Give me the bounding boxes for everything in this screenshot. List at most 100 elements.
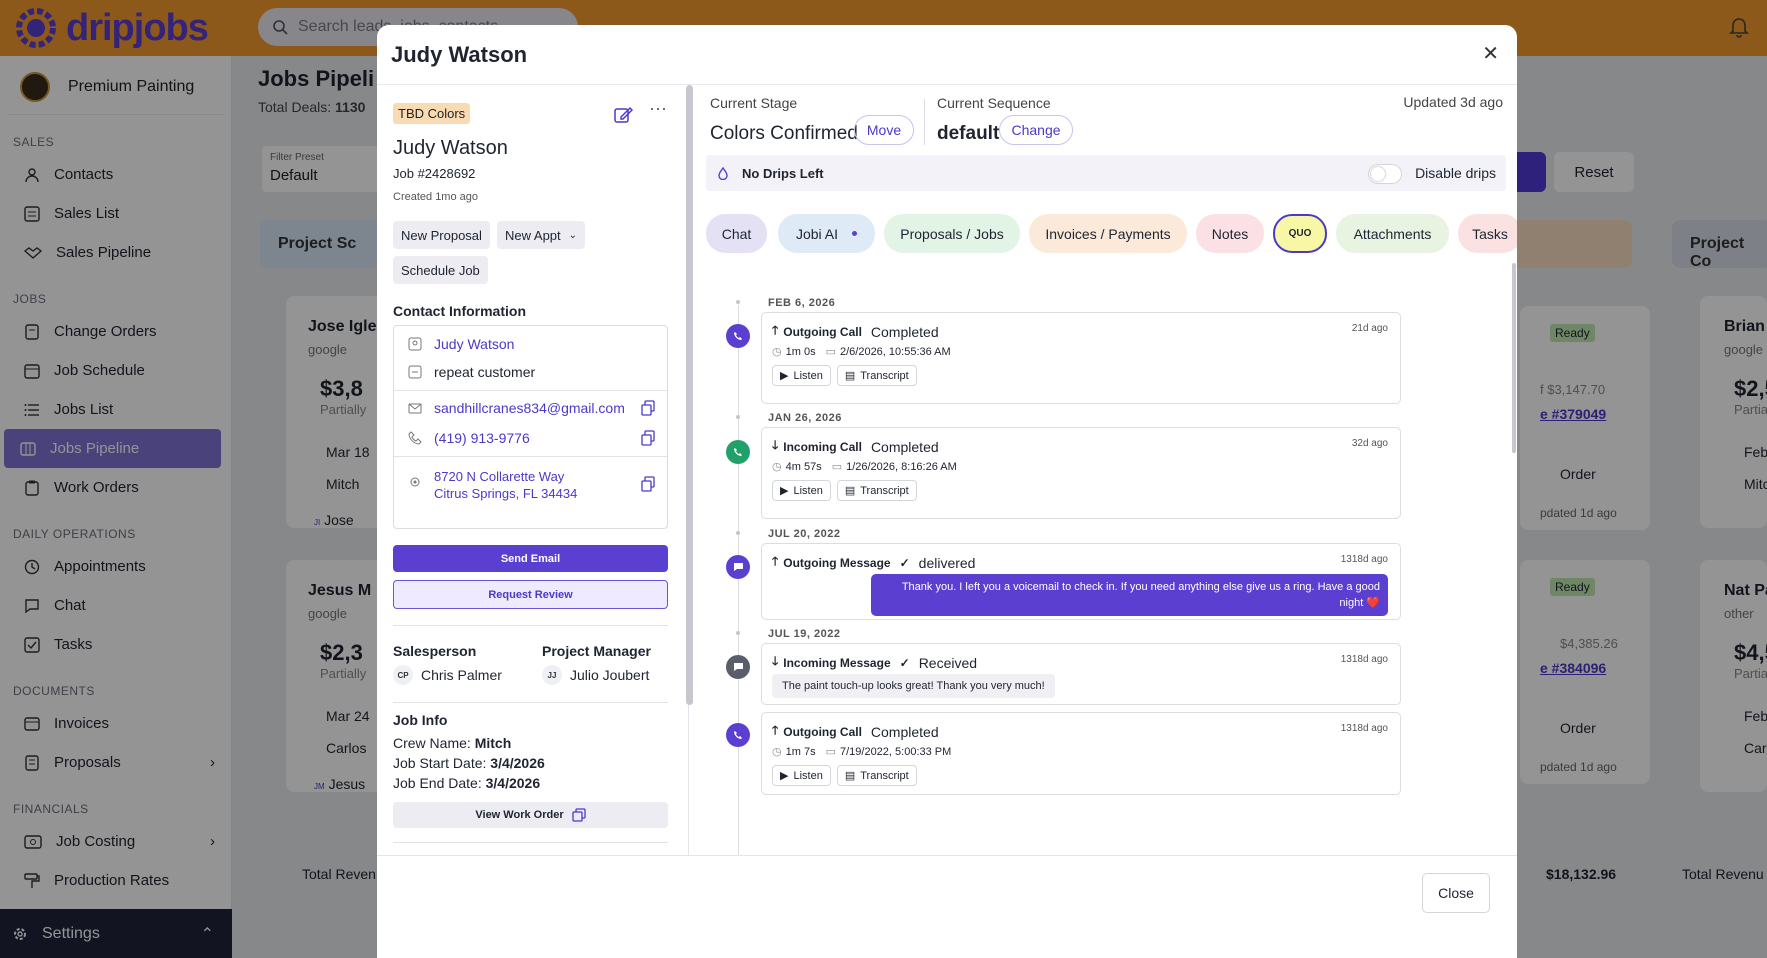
timeline-entry-incoming-message: 🡓 Incoming Message ✓ Received 1318d ago The…	[761, 643, 1401, 705]
phone-icon	[726, 324, 750, 348]
address-line-1[interactable]: 8720 N Collarette Way	[434, 468, 577, 485]
divider	[394, 390, 667, 391]
divider	[924, 99, 925, 145]
location-pin-icon	[410, 477, 420, 487]
timeline-scrollbar[interactable]	[1512, 263, 1516, 453]
arrow-up-icon: 🡑	[772, 323, 779, 337]
play-icon: ▶	[780, 770, 789, 782]
copy-phone-icon[interactable]	[641, 430, 655, 446]
call-datetime: 7/19/2022, 5:00:33 PM	[839, 745, 952, 758]
entry-type: Incoming Call	[783, 439, 862, 454]
message-icon	[726, 655, 750, 679]
timeline-line	[738, 305, 739, 865]
transcript-button[interactable]: ▤ Transcript	[836, 765, 917, 786]
job-end-date: Job End Date: 3/4/2026	[393, 775, 540, 791]
timeline-entry-incoming-call: 🡓 Incoming Call Completed 32d ago ◷ 4m 57s ▭…	[761, 427, 1401, 519]
request-review-button[interactable]: Request Review	[393, 580, 668, 609]
contact-address-row[interactable]: 8720 N Collarette Way Citrus Springs, FL …	[408, 468, 577, 502]
contact-phone-row[interactable]: (419) 913-9776	[408, 430, 530, 446]
salesperson-name: Chris Palmer	[421, 667, 502, 683]
clock-icon: ◷	[772, 746, 782, 758]
tab-attachments[interactable]: Attachments	[1336, 214, 1449, 253]
drips-status: No Drips Left	[742, 165, 824, 181]
more-options-icon[interactable]: ⋯	[649, 99, 667, 120]
new-proposal-button[interactable]: New Proposal	[393, 221, 490, 249]
copy-address-icon[interactable]	[641, 476, 655, 492]
call-duration: 4m 57s	[785, 460, 822, 473]
tab-invoices-payments[interactable]: Invoices / Payments	[1029, 214, 1187, 253]
entry-type: Incoming Message	[783, 655, 891, 670]
contact-email[interactable]: sandhillcranes834@gmail.com	[434, 400, 625, 416]
left-panel-scrollbar[interactable]	[686, 85, 693, 705]
arrow-down-icon: 🡓	[772, 654, 779, 668]
entry-ago: 1318d ago	[1340, 554, 1388, 565]
start-label: Job Start Date:	[393, 755, 487, 771]
tab-notes[interactable]: Notes	[1196, 214, 1264, 253]
contact-type-row: repeat customer	[408, 364, 535, 380]
contact-phone[interactable]: (419) 913-9776	[434, 430, 530, 446]
mail-icon	[408, 403, 422, 414]
transcript-button[interactable]: ▤ Transcript	[836, 480, 917, 501]
call-duration: 1m 7s	[785, 745, 816, 758]
message-bubble: The paint touch-up looks great! Thank yo…	[772, 674, 1055, 698]
new-appt-label: New Appt	[505, 227, 561, 243]
project-manager: JJ Julio Joubert	[542, 665, 649, 685]
tab-jobi-ai[interactable]: Jobi AI	[778, 214, 875, 253]
edit-icon[interactable]	[613, 105, 633, 125]
entry-ago: 21d ago	[1351, 323, 1388, 334]
contact-name-row[interactable]: Judy Watson	[408, 336, 514, 352]
address-line-2[interactable]: Citrus Springs, FL 34434	[434, 485, 577, 502]
crew-label: Crew Name:	[393, 735, 471, 751]
tab-quo[interactable]: QUO	[1273, 214, 1327, 253]
listen-button[interactable]: ▶ Listen	[772, 365, 831, 386]
disable-drips-toggle[interactable]	[1368, 164, 1402, 184]
contact-email-row[interactable]: sandhillcranes834@gmail.com	[408, 400, 625, 416]
message-bubble: Thank you. I left you a voicemail to che…	[871, 574, 1388, 616]
listen-button[interactable]: ▶ Listen	[772, 765, 831, 786]
new-appt-button[interactable]: New Appt ⌄	[497, 221, 586, 249]
tab-chat[interactable]: Chat	[706, 214, 767, 253]
listen-button[interactable]: ▶ Listen	[772, 480, 831, 501]
move-stage-button[interactable]: Move	[854, 115, 914, 145]
updated-time: Updated 3d ago	[1403, 94, 1503, 110]
entry-ago: 1318d ago	[1340, 654, 1388, 665]
entry-type: Outgoing Call	[783, 724, 862, 739]
contact-type: repeat customer	[434, 364, 536, 380]
tab-proposals-jobs[interactable]: Proposals / Jobs	[884, 214, 1020, 253]
call-duration: 1m 0s	[785, 345, 816, 358]
copy-email-icon[interactable]	[641, 400, 655, 416]
tab-tasks[interactable]: Tasks	[1458, 214, 1517, 253]
project-manager-label: Project Manager	[542, 643, 651, 659]
created-time: Created 1mo ago	[393, 191, 478, 203]
call-datetime: 2/6/2026, 10:55:36 AM	[839, 345, 951, 358]
entry-title: 🡓 Incoming Message ✓ Received	[772, 652, 977, 673]
contact-name[interactable]: Judy Watson	[434, 336, 514, 352]
change-sequence-button[interactable]: Change	[999, 115, 1073, 145]
timeline-entry-outgoing-call: 🡑 Outgoing Call Completed 1318d ago ◷ 1m 7s…	[761, 712, 1401, 795]
transcript-button[interactable]: ▤ Transcript	[836, 365, 917, 386]
document-icon: ▤	[844, 485, 856, 497]
schedule-job-button[interactable]: Schedule Job	[393, 256, 488, 284]
view-work-order-button[interactable]: View Work Order	[393, 802, 668, 828]
activity-panel: Current Stage Colors Confirmed Move Curr…	[696, 85, 1517, 865]
close-icon[interactable]: ✕	[1482, 41, 1499, 66]
timeline-dot	[736, 631, 740, 635]
divider	[394, 456, 667, 457]
current-stage-label: Current Stage	[710, 95, 798, 111]
timeline-dot	[736, 300, 740, 304]
modal-title: Judy Watson	[377, 25, 1517, 85]
crew-name: Crew Name: Mitch	[393, 735, 511, 751]
message-icon	[726, 555, 750, 579]
avatar: JJ	[542, 665, 562, 685]
disable-drips-label: Disable drips	[1415, 165, 1496, 181]
send-email-button[interactable]: Send Email	[393, 545, 668, 572]
job-number: Job #2428692	[393, 166, 476, 181]
entry-actions: ▶ Listen ▤ Transcript	[772, 365, 917, 386]
modal-footer: Close	[377, 855, 1517, 958]
timeline-dot	[736, 415, 740, 419]
contact-info-title: Contact Information	[393, 303, 526, 319]
close-button[interactable]: Close	[1422, 873, 1490, 913]
crew-value: Mitch	[474, 735, 512, 751]
entry-status: Completed	[870, 323, 939, 340]
dot-icon	[852, 231, 858, 236]
